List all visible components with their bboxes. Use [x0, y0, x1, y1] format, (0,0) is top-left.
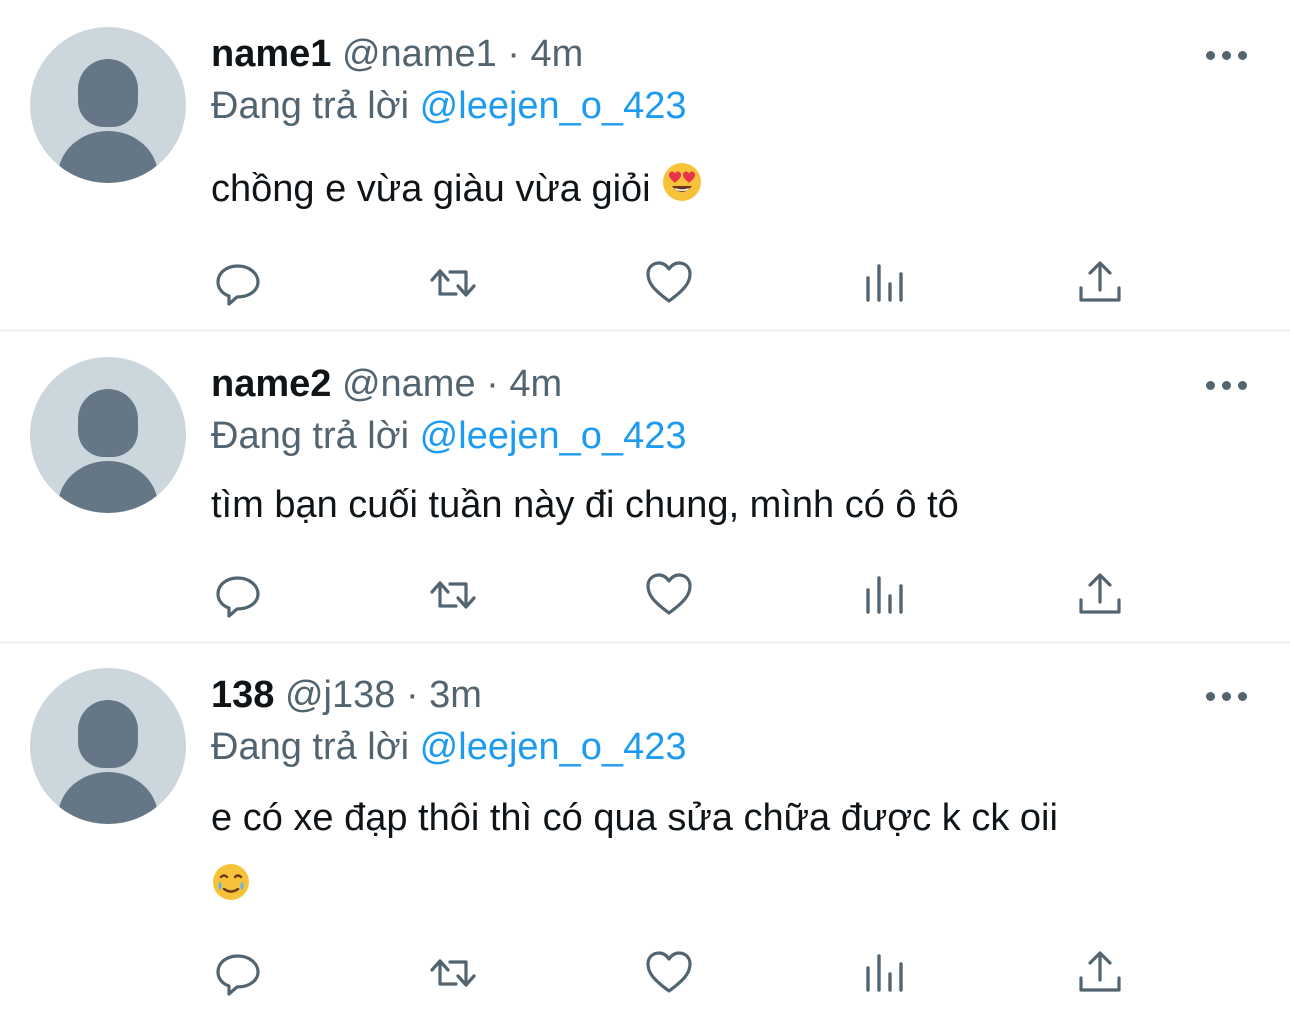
tweet-text: chồng e vừa giàu vừa giỏi [211, 160, 703, 220]
reply-icon[interactable] [213, 258, 263, 308]
tweet[interactable]: name1 @name1 · 4m Đang trả lời @leejen_o… [0, 0, 1290, 330]
views-icon[interactable] [860, 570, 910, 620]
mention-link[interactable]: @leejen_o_423 [420, 85, 687, 127]
more-icon[interactable] [1204, 686, 1250, 706]
user-handle[interactable]: @j138 [285, 674, 395, 716]
share-icon[interactable] [1075, 258, 1125, 308]
avatar[interactable] [30, 27, 186, 183]
replying-label: Đang trả lời [211, 85, 420, 127]
heart-icon[interactable] [644, 570, 694, 620]
tweet-text: tìm bạn cuối tuần này đi chung, mình có … [211, 476, 959, 534]
tweet[interactable]: 138 @j138 · 3m Đang trả lời @leejen_o_42… [0, 644, 1290, 1020]
retweet-icon[interactable] [428, 948, 478, 998]
reply-icon[interactable] [213, 570, 263, 620]
display-name[interactable]: name1 [211, 33, 331, 75]
tweet-text-line: tìm bạn cuối tuần này đi chung, mình có … [211, 484, 959, 526]
avatar[interactable] [30, 357, 186, 513]
replying-label: Đang trả lời [211, 726, 420, 768]
separator: · [496, 33, 531, 75]
share-icon[interactable] [1075, 948, 1125, 998]
timestamp[interactable]: 4m [509, 363, 562, 405]
tweet-actions [0, 948, 1290, 998]
replying-to: Đang trả lời @leejen_o_423 [211, 82, 686, 130]
crying-smile-emoji [211, 862, 251, 907]
replying-to: Đang trả lời @leejen_o_423 [211, 723, 686, 771]
display-name[interactable]: 138 [211, 674, 274, 716]
tweet[interactable]: name2 @name · 4m Đang trả lời @leejen_o_… [0, 332, 1290, 642]
tweet-actions [0, 258, 1290, 308]
separator: · [395, 674, 430, 716]
heart-icon[interactable] [644, 948, 694, 998]
avatar[interactable] [30, 668, 186, 824]
tweet-text: e có xe đạp thôi thì có qua sửa chữa đượ… [211, 789, 1058, 847]
more-icon[interactable] [1204, 45, 1250, 65]
replying-label: Đang trả lời [211, 415, 420, 457]
heart-eyes-emoji [661, 161, 703, 220]
tweet-text-line: e có xe đạp thôi thì có qua sửa chữa đượ… [211, 797, 1058, 839]
retweet-icon[interactable] [428, 570, 478, 620]
tweet-actions [0, 570, 1290, 620]
heart-icon[interactable] [644, 258, 694, 308]
tweet-header: name1 @name1 · 4m [211, 30, 583, 78]
mention-link[interactable]: @leejen_o_423 [420, 726, 687, 768]
user-handle[interactable]: @name [342, 363, 476, 405]
replying-to: Đang trả lời @leejen_o_423 [211, 412, 686, 460]
reply-icon[interactable] [213, 948, 263, 998]
more-icon[interactable] [1204, 375, 1250, 395]
views-icon[interactable] [860, 258, 910, 308]
timestamp[interactable]: 3m [429, 674, 482, 716]
separator: · [475, 363, 510, 405]
timestamp[interactable]: 4m [531, 33, 584, 75]
share-icon[interactable] [1075, 570, 1125, 620]
tweet-header: 138 @j138 · 3m [211, 671, 482, 719]
user-handle[interactable]: @name1 [342, 33, 497, 75]
mention-link[interactable]: @leejen_o_423 [420, 415, 687, 457]
tweet-text-line: chồng e vừa giàu vừa giỏi [211, 168, 651, 210]
tweet-header: name2 @name · 4m [211, 360, 562, 408]
display-name[interactable]: name2 [211, 363, 331, 405]
retweet-icon[interactable] [428, 258, 478, 308]
views-icon[interactable] [860, 948, 910, 998]
